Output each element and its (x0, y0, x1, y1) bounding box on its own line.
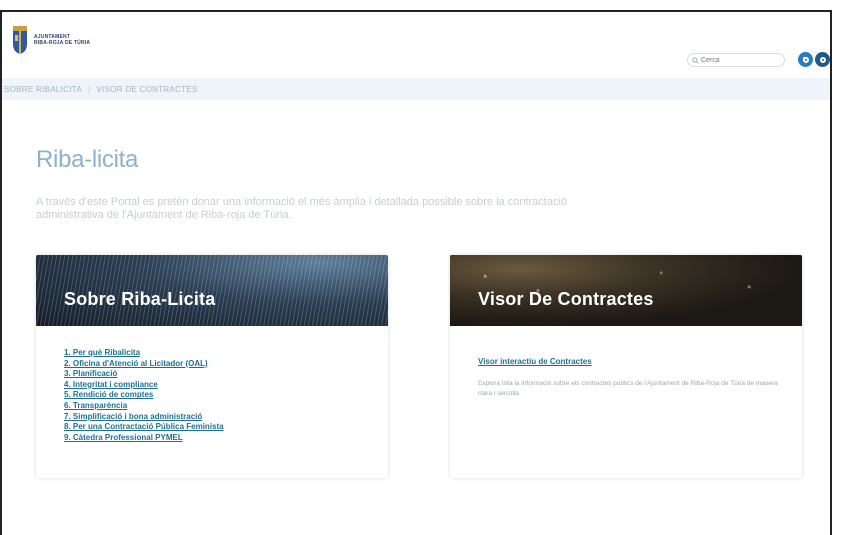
twitter-icon[interactable] (798, 52, 813, 67)
card-banner-image: Sobre Riba-Licita (36, 255, 388, 326)
list-item: 8. Per una Contractació Pública Feminist… (64, 422, 388, 433)
page-intro: A través d'este Portal es pretén donar u… (36, 196, 568, 221)
card-description: Explora tota la informació sobre els con… (478, 380, 778, 397)
page-title: Riba-licita (36, 146, 139, 173)
link-integritat[interactable]: 4. Integritat i compliance (64, 380, 158, 389)
link-simplificacio[interactable]: 7. Simplificació i bona administració (64, 412, 202, 421)
list-item: 5. Rendició de comptes (64, 390, 388, 401)
link-planificacio[interactable]: 3. Planificació (64, 369, 117, 378)
link-transparencia[interactable]: 6. Transparència (64, 401, 127, 410)
site-logo[interactable]: AJUNTAMENT RIBA-ROJA DE TÚRIA (12, 26, 90, 54)
logo-line-2: RIBA-ROJA DE TÚRIA (34, 40, 91, 46)
search-box[interactable] (687, 53, 785, 67)
card-title: Visor De Contractes (478, 289, 654, 309)
card-title: Sobre Riba-Licita (64, 289, 216, 309)
coat-of-arms-icon (13, 26, 27, 54)
nav-item-visor-contractes[interactable]: VISOR DE CONTRACTES (96, 85, 197, 94)
site-header: AJUNTAMENT RIBA-ROJA DE TÚRIA (2, 12, 830, 78)
list-item: 6. Transparència (64, 401, 388, 412)
logo-text: AJUNTAMENT RIBA-ROJA DE TÚRIA (34, 34, 90, 46)
nav-separator: | (88, 84, 91, 94)
browser-frame: AJUNTAMENT RIBA-ROJA DE TÚRIA SOBRE RIBA… (0, 10, 832, 535)
list-item: 9. Càtedra Professional PYMEL (64, 433, 388, 444)
link-visor-interactiu[interactable]: Visor interactiu de Contractes (478, 357, 592, 366)
list-item: 3. Planificació (64, 369, 388, 380)
card-visor-contractes: Visor De Contractes Visor interactiu de … (450, 255, 802, 478)
link-contractacio-feminista[interactable]: 8. Per una Contractació Pública Feminist… (64, 422, 224, 431)
main-nav: SOBRE RIBALICITA | VISOR DE CONTRACTES (2, 78, 830, 100)
link-catedra-pymel[interactable]: 9. Càtedra Professional PYMEL (64, 433, 183, 442)
social-circle-icon[interactable] (815, 52, 830, 67)
link-rendicio-comptes[interactable]: 5. Rendició de comptes (64, 390, 153, 399)
list-item: 1. Per què Ribalicita (64, 348, 388, 359)
card-banner-image: Visor De Contractes (450, 255, 802, 326)
search-icon (692, 56, 699, 64)
list-item: 7. Simplificació i bona administració (64, 412, 388, 423)
search-input[interactable] (699, 56, 775, 64)
card-link-list: 1. Per què Ribalicita 2. Oficina d'Atenc… (36, 326, 388, 443)
card-sobre-riba-licita: Sobre Riba-Licita 1. Per què Ribalicita … (36, 255, 388, 478)
link-oficina-atencio[interactable]: 2. Oficina d'Atenció al Licitador (OAL) (64, 359, 208, 368)
link-per-que-ribalicita[interactable]: 1. Per què Ribalicita (64, 348, 140, 357)
nav-item-sobre-ribalicita[interactable]: SOBRE RIBALICITA (4, 85, 82, 94)
list-item: 4. Integritat i compliance (64, 380, 388, 391)
list-item: 2. Oficina d'Atenció al Licitador (OAL) (64, 359, 388, 370)
